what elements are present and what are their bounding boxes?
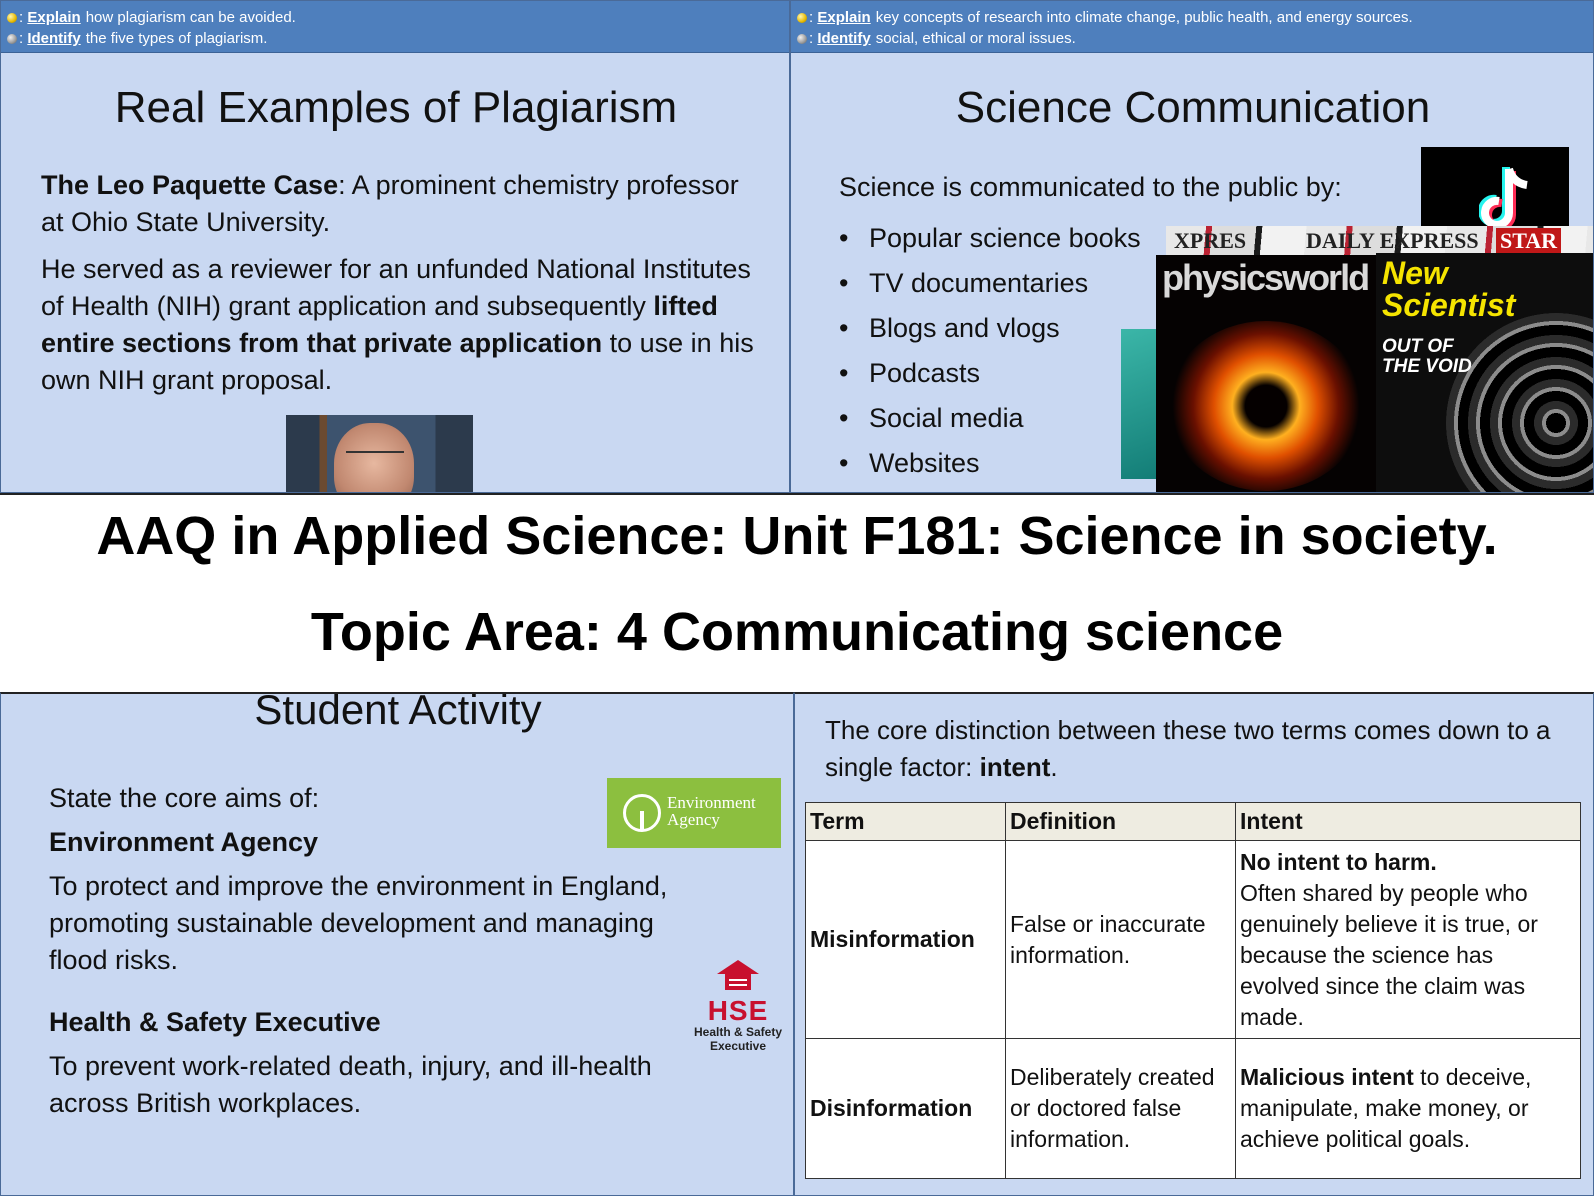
intro-end: . [1050, 752, 1058, 782]
logo-text: Environment [667, 793, 756, 812]
intro-text: The core distinction between these two t… [825, 715, 1551, 782]
term-cell: Disinformation [805, 1038, 1006, 1179]
objective-row: : Explain how plagiarism can be avoided. [7, 7, 789, 28]
table-header-row: Term Definition Intent [805, 802, 1581, 841]
slide-title: Real Examples of Plagiarism [114, 83, 678, 132]
colon: : [809, 9, 818, 26]
newspaper-masthead: DAILY EXPRESS [1306, 228, 1479, 253]
objective-verb: Identify [817, 30, 871, 47]
objective-text: social, ethical or moral issues. [875, 30, 1076, 47]
colon: : [19, 30, 28, 47]
magazine-masthead: physicsworld [1162, 257, 1370, 298]
para-start: He served as a reviewer for an unfunded … [41, 254, 751, 321]
intent-bold: Malicious intent [1240, 1064, 1414, 1090]
cover-headline-line: OUT OF [1382, 336, 1454, 357]
hse-logo: HSE Health & Safety Executive [685, 958, 791, 1053]
banner-title: AAQ in Applied Science: Unit F181: Scien… [96, 506, 1498, 566]
objective-verb: Explain [817, 9, 871, 26]
list-item: Websites [839, 441, 1141, 486]
newspaper-masthead: STAR [1496, 228, 1562, 254]
case-name: The Leo Paquette Case [41, 170, 339, 200]
column-header: Intent [1235, 802, 1581, 841]
tree-icon [623, 794, 661, 832]
colon: : [809, 30, 818, 47]
table-row: Disinformation Deliberately created or d… [805, 1038, 1581, 1179]
objective-row: : Identify social, ethical or moral issu… [797, 28, 1593, 49]
colon: : [19, 9, 28, 26]
tiktok-logo-icon [1421, 147, 1569, 231]
org-name: Environment Agency [49, 827, 319, 857]
logo-text: Agency [667, 810, 720, 829]
objective-text: the five types of plagiarism. [85, 30, 268, 47]
yellow-bullet-icon [797, 12, 807, 23]
column-header: Definition [1005, 802, 1236, 841]
physics-world-cover: physicsworld [1156, 255, 1376, 492]
term-cell: Misinformation [805, 840, 1006, 1039]
objective-text: key concepts of research into climate ch… [875, 9, 1413, 26]
logo-text: Health & Safety [693, 1025, 783, 1039]
cover-headline-line: THE VOID [1382, 356, 1472, 377]
org-name: Health & Safety Executive [49, 1007, 381, 1037]
grey-bullet-icon [797, 33, 807, 44]
list-item: TV documentaries [839, 261, 1141, 306]
objective-row: : Identify the five types of plagiarism. [7, 28, 789, 49]
org-aim: To prevent work-related death, injury, a… [49, 1051, 652, 1118]
slide-plagiarism: : Explain how plagiarism can be avoided.… [0, 0, 790, 493]
list-item: Blogs and vlogs [839, 306, 1141, 351]
banner-subtitle: Topic Area: 4 Communicating science [310, 602, 1284, 662]
objective-verb: Identify [27, 30, 81, 47]
masthead-line: New [1382, 255, 1448, 291]
new-scientist-cover: New Scientist OUT OF THE VOID [1376, 253, 1593, 492]
cover-headline: OUT OF THE VOID [1382, 337, 1472, 377]
case-detail-paragraph: He served as a reviewer for an unfunded … [41, 251, 761, 399]
intent-text: Often shared by people who genuinely bel… [1240, 879, 1538, 1030]
objective-row: : Explain key concepts of research into … [797, 7, 1593, 28]
list-item: Podcasts [839, 351, 1141, 396]
intro-text: Science is communicated to the public by… [839, 172, 1342, 202]
yellow-bullet-icon [7, 12, 17, 23]
definitions-table: Term Definition Intent Misinformation Fa… [805, 802, 1581, 1179]
intro-paragraph: The core distinction between these two t… [825, 712, 1565, 786]
channel-list: Popular science books TV documentaries B… [839, 216, 1141, 486]
black-hole-image [1168, 321, 1364, 491]
hse-emblem-icon [717, 960, 759, 990]
portrait-photo [286, 415, 473, 492]
objectives-bar: : Explain key concepts of research into … [791, 1, 1593, 53]
intro-bold: intent [979, 752, 1051, 782]
logo-text: HSE [707, 995, 769, 1026]
slide-science-communication: : Explain key concepts of research into … [790, 0, 1594, 493]
org-aim: To protect and improve the environment i… [49, 871, 668, 975]
magazine-masthead: New Scientist [1382, 257, 1515, 321]
objective-text: how plagiarism can be avoided. [85, 9, 296, 26]
activity-prompt: State the core aims of: [49, 783, 320, 813]
list-item: Social media [839, 396, 1141, 441]
column-header: Term [805, 802, 1006, 841]
slide-title: Student Activity [254, 692, 542, 733]
intent-cell: Malicious intent to deceive, manipulate,… [1235, 1038, 1581, 1179]
intent-cell: No intent to harm. Often shared by peopl… [1235, 840, 1581, 1039]
slide-misinformation: The core distinction between these two t… [794, 692, 1594, 1196]
logo-text: Executive [709, 1039, 767, 1053]
slide-title: Science Communication [955, 83, 1431, 132]
slide-student-activity: Student Activity State the core aims of:… [0, 692, 794, 1196]
definition-cell: Deliberately created or doctored false i… [1005, 1038, 1236, 1179]
definition-cell: False or inaccurate information. [1005, 840, 1236, 1039]
list-item: Popular science books [839, 216, 1141, 261]
environment-agency-logo: Environment Agency [607, 778, 781, 848]
case-paragraph: The Leo Paquette Case: A prominent chemi… [41, 167, 761, 241]
masthead-line: Scientist [1382, 287, 1516, 323]
table-row: Misinformation False or inaccurate infor… [805, 840, 1581, 1039]
intent-bold: No intent to harm. [1240, 848, 1437, 875]
glasses [346, 451, 404, 463]
newspaper-masthead: XPRES [1174, 228, 1247, 253]
music-note-icon [1479, 167, 1528, 231]
grey-bullet-icon [7, 33, 17, 44]
objective-verb: Explain [27, 9, 81, 26]
objectives-bar: : Explain how plagiarism can be avoided.… [1, 1, 789, 53]
unit-banner: AAQ in Applied Science: Unit F181: Scien… [0, 493, 1594, 692]
